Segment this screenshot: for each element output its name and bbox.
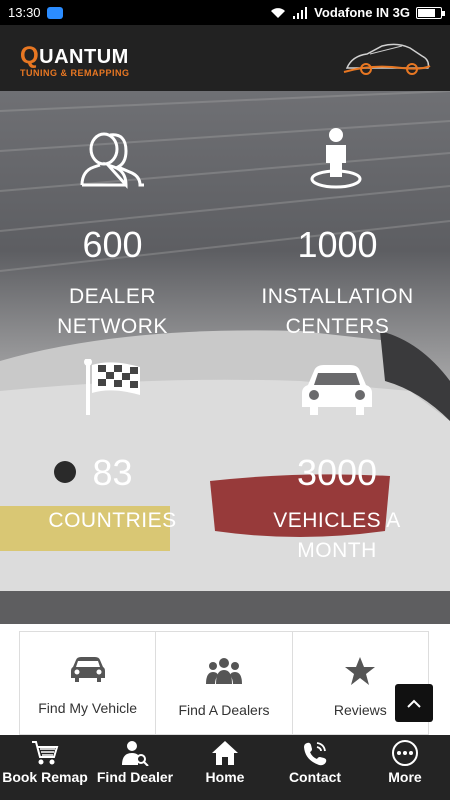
wifi-icon <box>271 7 286 18</box>
signal-icon <box>293 6 308 19</box>
checkered-flag-icon <box>84 359 140 415</box>
stat-value: 83 <box>92 452 133 493</box>
stat-label: COUNTRIES <box>48 509 177 532</box>
find-my-vehicle-button[interactable]: Find My Vehicle <box>20 632 157 734</box>
app-header: QUANTUM TUNING & REMAPPING <box>0 25 450 91</box>
header-car-graphic <box>343 43 431 75</box>
nav-contact[interactable]: Contact <box>270 735 360 800</box>
user-search-icon <box>122 741 149 766</box>
stat-value: 600 <box>82 224 143 265</box>
users-icon <box>80 132 144 189</box>
brand-name: UANTUM <box>39 46 129 68</box>
stat-label: MONTH <box>297 539 377 562</box>
car-icon <box>302 365 372 415</box>
stat-value: 3000 <box>296 452 378 493</box>
status-time: 13:30 <box>8 5 41 20</box>
nav-find-dealer[interactable]: Find Dealer <box>90 735 180 800</box>
find-dealers-label: Find A Dealers <box>178 702 270 718</box>
stat-label: VEHICLES A <box>273 509 401 532</box>
stat-label: DEALER <box>68 285 157 308</box>
nav-home[interactable]: Home <box>180 735 270 800</box>
cart-icon <box>32 741 59 765</box>
nav-label: Book Remap <box>2 769 88 785</box>
stat-dealer-network: 600 DEALER NETWORK <box>40 225 185 342</box>
chevron-up-icon <box>407 699 421 708</box>
stat-value: 1000 <box>297 224 378 265</box>
find-dealers-button[interactable]: Find A Dealers <box>156 632 293 734</box>
car-icon <box>70 657 105 682</box>
bottom-navigation: Book Remap Find Dealer Home Contact More <box>0 735 450 800</box>
nav-label: Contact <box>288 769 342 785</box>
hero-stats: 600 DEALER NETWORK 1000 INSTALLATION CEN… <box>0 91 450 624</box>
stat-countries: 83 COUNTRIES <box>40 453 185 536</box>
home-icon <box>212 741 238 765</box>
stat-label: INSTALLATION <box>261 285 414 308</box>
nav-book-remap[interactable]: Book Remap <box>0 735 90 800</box>
nav-label: More <box>388 769 422 785</box>
nav-label: Find Dealer <box>96 769 174 785</box>
carrier-name: Vodafone IN 3G <box>314 5 410 20</box>
nav-label: Home <box>205 769 245 785</box>
stat-vehicles-month: 3000 VEHICLES A MONTH <box>262 453 412 566</box>
group-icon <box>205 658 242 684</box>
star-icon <box>345 657 376 685</box>
battery-icon <box>416 6 445 19</box>
location-person-icon <box>310 128 362 189</box>
reviews-label: Reviews <box>333 702 387 718</box>
find-my-vehicle-label: Find My Vehicle <box>38 700 138 716</box>
stat-label: NETWORK <box>57 315 168 338</box>
brand-logo[interactable]: QUANTUM TUNING & REMAPPING <box>20 42 130 78</box>
brand-tagline: TUNING & REMAPPING <box>20 68 130 78</box>
stat-installation-centers: 1000 INSTALLATION CENTERS <box>255 225 420 342</box>
scroll-to-top-button[interactable] <box>395 684 433 722</box>
quick-links: Find My Vehicle Find A Dealers Reviews <box>19 631 429 735</box>
status-bar: 13:30 Vodafone IN 3G <box>0 0 450 25</box>
cloud-icon <box>46 6 63 19</box>
nav-more[interactable]: More <box>360 735 450 800</box>
brand-initial: Q <box>20 42 40 69</box>
stat-label: CENTERS <box>285 315 390 338</box>
phone-icon <box>304 742 327 766</box>
more-icon <box>392 740 418 766</box>
